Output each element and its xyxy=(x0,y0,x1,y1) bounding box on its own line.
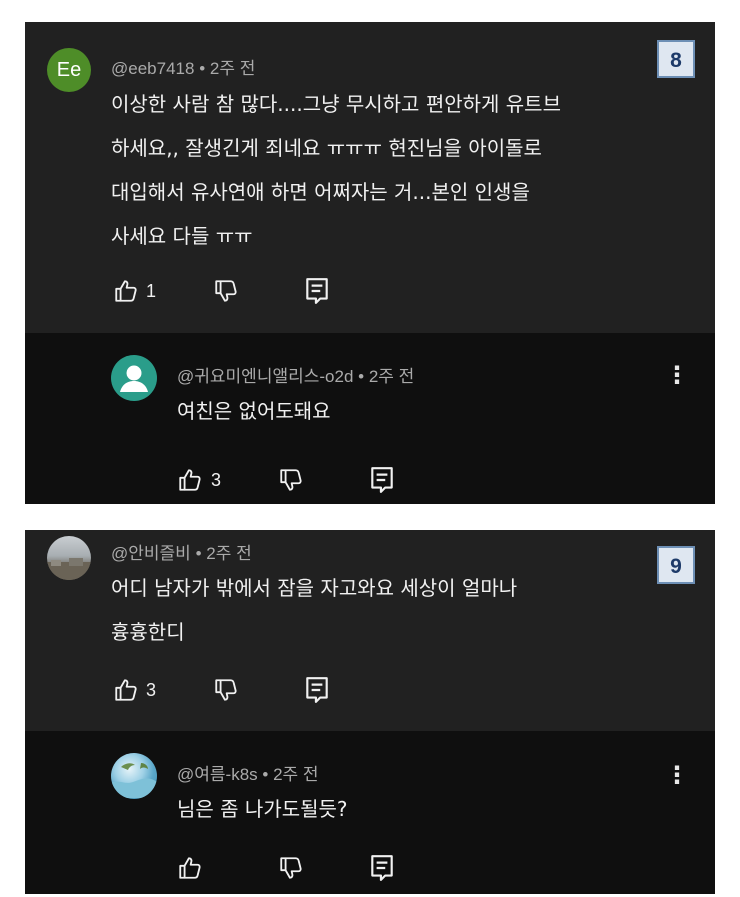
reply-card: @귀요미엔니앨리스-o2d • 2주 전 여친은 없어도돼요 ⋮ 3 xyxy=(25,333,715,504)
comment-card: @안비즐비 • 2주 전 어디 남자가 밖에서 잠을 자고와요 세상이 얼마나 … xyxy=(25,530,715,731)
author-handle[interactable]: @eeb7418 xyxy=(111,59,194,78)
more-options-button[interactable]: ⋮ xyxy=(665,763,689,787)
like-button[interactable] xyxy=(113,677,139,703)
comment-line: 대입해서 유사연애 하면 어쩌자는 거...본인 인생을 xyxy=(111,180,530,204)
reply-icon xyxy=(371,467,393,493)
meta-separator: • xyxy=(195,544,202,563)
dislike-button[interactable] xyxy=(278,855,304,881)
timestamp: 2주 전 xyxy=(209,59,256,78)
comment-thread-8: Ee @eeb7418 • 2주 전 이상한 사람 참 많다....그냥 무시하… xyxy=(25,22,715,504)
avatar[interactable] xyxy=(47,536,91,580)
thread-number-badge: 8 xyxy=(657,40,695,78)
reply-meta: @여름-k8s • 2주 전 xyxy=(177,760,319,785)
reply-line: 님은 좀 나가도될듯? xyxy=(177,797,348,821)
reply-icon xyxy=(306,278,328,304)
thumbs-down-icon xyxy=(280,857,302,879)
avatar[interactable] xyxy=(111,753,157,799)
timestamp: 2주 전 xyxy=(273,765,319,784)
thumbs-up-icon xyxy=(179,857,201,879)
like-button[interactable] xyxy=(177,855,203,881)
meta-separator: • xyxy=(199,59,206,78)
thumbs-down-icon xyxy=(215,679,237,701)
like-button[interactable] xyxy=(177,467,203,493)
reply-icon xyxy=(371,855,393,881)
person-icon xyxy=(120,365,148,392)
dislike-button[interactable] xyxy=(213,677,239,703)
reply-body: 여친은 없어도돼요 xyxy=(177,389,331,433)
like-count: 1 xyxy=(146,281,157,301)
more-options-button[interactable]: ⋮ xyxy=(665,363,689,387)
more-vert-icon: ⋮ xyxy=(665,761,689,789)
photo-avatar-icon xyxy=(111,763,157,798)
author-handle[interactable]: @여름-k8s xyxy=(177,765,258,784)
reply-meta: @귀요미엔니앨리스-o2d • 2주 전 xyxy=(177,362,414,387)
meta-separator: • xyxy=(262,765,269,784)
author-handle[interactable]: @귀요미엔니앨리스-o2d xyxy=(177,367,353,386)
comment-card: Ee @eeb7418 • 2주 전 이상한 사람 참 많다....그냥 무시하… xyxy=(25,22,715,333)
author-handle[interactable]: @안비즐비 xyxy=(111,544,191,563)
more-vert-icon: ⋮ xyxy=(665,361,689,389)
reply-button[interactable] xyxy=(369,854,395,882)
timestamp: 2주 전 xyxy=(206,544,252,563)
comment-meta: @eeb7418 • 2주 전 xyxy=(111,54,255,79)
comment-line: 흉흉한디 xyxy=(111,620,185,644)
comment-line: 하세요,, 잘생긴게 죄네요 ㅠㅠㅠ 현진님을 아이돌로 xyxy=(111,136,542,160)
comment-body: 이상한 사람 참 많다....그냥 무시하고 편안하게 유트브 하세요,, 잘생… xyxy=(111,82,561,258)
reply-button[interactable] xyxy=(304,676,330,704)
comment-body: 어디 남자가 밖에서 잠을 자고와요 세상이 얼마나 흉흉한디 xyxy=(111,566,517,654)
like-count: 3 xyxy=(211,470,222,490)
reply-button[interactable] xyxy=(304,277,330,305)
comment-thread-9: @안비즐비 • 2주 전 어디 남자가 밖에서 잠을 자고와요 세상이 얼마나 … xyxy=(25,530,715,894)
dislike-button[interactable] xyxy=(278,467,304,493)
meta-separator: • xyxy=(358,367,365,386)
reply-icon xyxy=(306,677,328,703)
like-count: 3 xyxy=(146,680,157,700)
avatar[interactable]: Ee xyxy=(47,48,91,92)
thumbs-up-icon xyxy=(115,280,137,302)
thumbs-up-icon xyxy=(179,469,201,491)
photo-avatar-icon xyxy=(47,558,91,580)
comment-line: 사세요 다들 ㅠㅠ xyxy=(111,224,253,248)
thumbs-down-icon xyxy=(215,280,237,302)
comment-line: 어디 남자가 밖에서 잠을 자고와요 세상이 얼마나 xyxy=(111,576,518,600)
reply-body: 님은 좀 나가도될듯? xyxy=(177,787,348,831)
reply-button[interactable] xyxy=(369,466,395,494)
like-button[interactable] xyxy=(113,278,139,304)
thumbs-down-icon xyxy=(280,469,302,491)
reply-card: @여름-k8s • 2주 전 님은 좀 나가도될듯? ⋮ xyxy=(25,731,715,894)
dislike-button[interactable] xyxy=(213,278,239,304)
thumbs-up-icon xyxy=(115,679,137,701)
timestamp: 2주 전 xyxy=(368,367,415,386)
comment-line: 이상한 사람 참 많다....그냥 무시하고 편안하게 유트브 xyxy=(111,92,561,116)
thread-number-badge: 9 xyxy=(657,546,695,584)
reply-line: 여친은 없어도돼요 xyxy=(177,399,331,423)
avatar[interactable] xyxy=(111,355,157,401)
comment-meta: @안비즐비 • 2주 전 xyxy=(111,539,252,564)
